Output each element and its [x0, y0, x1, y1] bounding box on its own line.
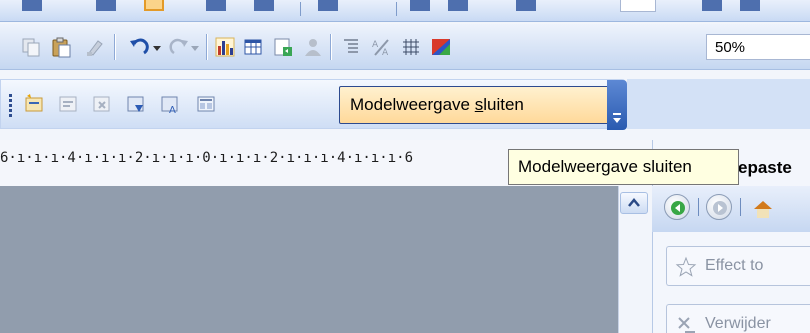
insert-object-icon[interactable]: [272, 36, 294, 58]
task-pane-nav: [652, 186, 810, 232]
undo-dropdown-icon[interactable]: [150, 36, 164, 58]
table-icon[interactable]: [242, 36, 264, 58]
nav-separator: [740, 198, 741, 216]
back-button[interactable]: [664, 194, 690, 220]
zoom-dropdown[interactable]: 50%: [706, 34, 810, 60]
insert-title-master-icon[interactable]: [57, 93, 79, 115]
cut-off-toolbar-button[interactable]: [318, 0, 338, 11]
toolbar-gap: [0, 71, 810, 79]
top-toolbar-strip: [0, 0, 810, 22]
task-pane-title: epaste: [738, 158, 792, 177]
zoom-value: 50%: [715, 39, 746, 56]
svg-text:A: A: [372, 40, 379, 50]
cut-off-dropdown[interactable]: [620, 0, 656, 12]
toolbar-separator: [300, 2, 301, 16]
cut-off-toolbar-button[interactable]: [702, 0, 722, 11]
svg-text:A: A: [382, 48, 389, 58]
cut-off-toolbar-button[interactable]: [22, 0, 42, 11]
cut-off-toolbar-button[interactable]: [254, 0, 274, 11]
star-icon: [675, 256, 697, 277]
redo-dropdown-icon[interactable]: [188, 36, 202, 58]
remove-effect-label: Verwijder: [705, 315, 771, 332]
toolbar-separator: [396, 2, 397, 16]
color-grayscale-icon[interactable]: [430, 36, 452, 58]
cut-off-toolbar-button[interactable]: [410, 0, 430, 11]
nav-separator: [698, 198, 699, 216]
close-master-label-end: luiten: [483, 95, 524, 114]
chevron-up-icon: [628, 198, 640, 207]
user-icon[interactable]: [302, 36, 324, 58]
close-master-label-accelerator: s: [474, 95, 484, 114]
format-painter-icon[interactable]: [84, 36, 106, 58]
home-icon: [754, 201, 772, 218]
cut-off-toolbar-button[interactable]: [448, 0, 468, 11]
grid-icon[interactable]: [400, 36, 422, 58]
toolbar-dock-area: [627, 79, 810, 129]
toolbar-separator: [114, 34, 116, 60]
expand-all-icon[interactable]: [340, 36, 362, 58]
ruler-labels: 6·ı·ı·ı·4·ı·ı·ı·2·ı·ı·ı·0·ı·ı·ı·2·ı·ı·ı·…: [0, 150, 414, 166]
master-layout-icon[interactable]: [195, 93, 217, 115]
toolbar-grip[interactable]: [9, 94, 13, 117]
standard-toolbar: A A 50%: [0, 24, 810, 70]
master-view-toolbar: A Modelweergave s luiten: [0, 79, 627, 130]
preserve-master-icon[interactable]: [125, 93, 147, 115]
forward-arrow-icon: [713, 201, 727, 215]
tooltip: Modelweergave sluiten: [508, 149, 739, 185]
slide-workspace[interactable]: [0, 186, 618, 333]
cut-off-toolbar-button[interactable]: [516, 0, 536, 11]
chart-icon[interactable]: [214, 36, 236, 58]
add-effect-label: Effect to: [705, 257, 764, 274]
paste-icon[interactable]: [50, 36, 72, 58]
cut-off-toolbar-button[interactable]: [96, 0, 116, 11]
redo-icon[interactable]: [168, 36, 190, 58]
toolbar-options-button[interactable]: [607, 80, 627, 130]
toolbar-options-chevron-icon: [613, 113, 621, 123]
delete-master-icon[interactable]: [91, 93, 113, 115]
close-master-view-button[interactable]: Modelweergave s luiten: [339, 86, 609, 124]
remove-effect-button[interactable]: Verwijder: [666, 304, 810, 333]
forward-button[interactable]: [706, 194, 732, 220]
show-formatting-icon[interactable]: A A: [370, 36, 392, 58]
rename-master-icon[interactable]: A: [159, 93, 181, 115]
active-toolbar-button[interactable]: [144, 0, 164, 11]
insert-slide-master-icon[interactable]: [23, 93, 45, 115]
toolbar-separator: [206, 34, 208, 60]
close-master-label-start: Modelweergave: [350, 95, 475, 114]
tooltip-text: Modelweergave sluiten: [518, 157, 692, 176]
back-arrow-icon: [671, 201, 685, 215]
cut-off-toolbar-button[interactable]: [206, 0, 226, 11]
copy-icon[interactable]: [20, 36, 42, 58]
undo-icon[interactable]: [128, 36, 150, 58]
svg-text:A: A: [169, 105, 176, 115]
scroll-up-button[interactable]: [620, 192, 648, 214]
add-effect-button[interactable]: Effect to: [666, 246, 810, 286]
toolbar-separator: [330, 34, 332, 60]
home-button[interactable]: [748, 194, 774, 220]
remove-icon: [678, 317, 695, 333]
cut-off-toolbar-button[interactable]: [740, 0, 760, 11]
